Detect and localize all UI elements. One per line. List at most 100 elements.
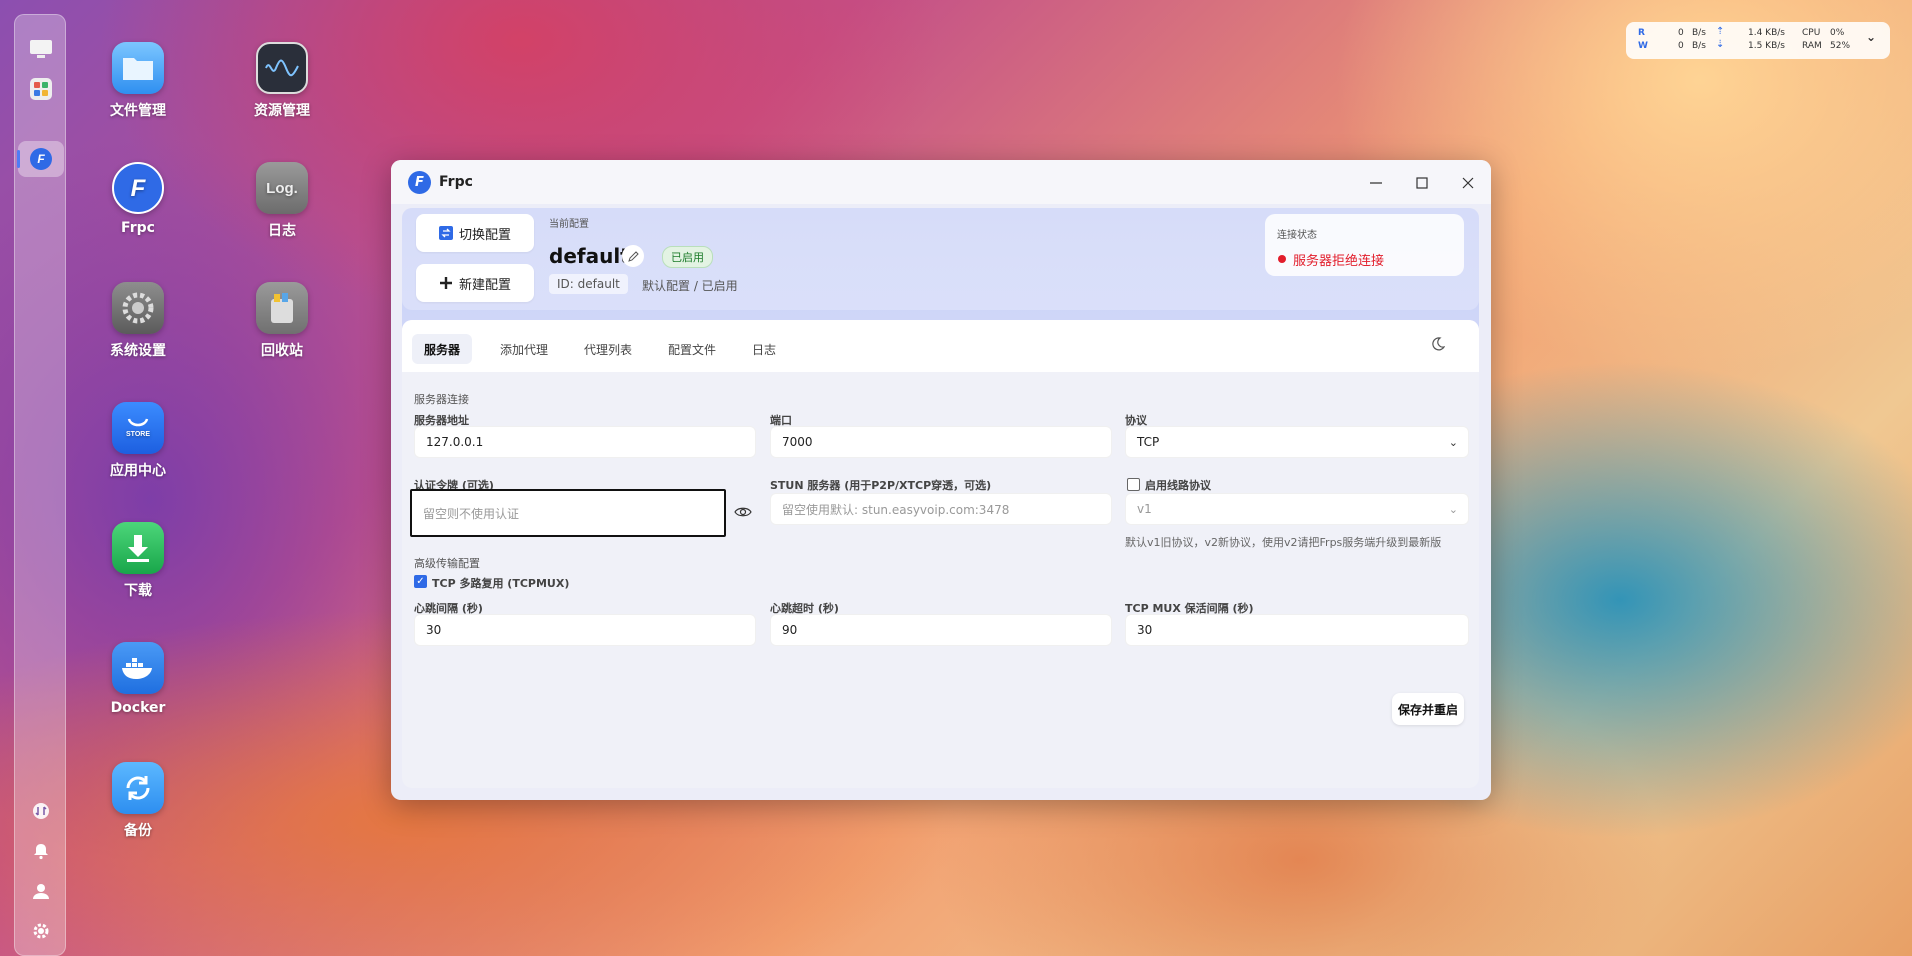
edit-config-name-icon[interactable] — [622, 245, 644, 267]
backup-icon — [112, 762, 164, 814]
monitor-icon[interactable] — [29, 37, 53, 61]
desktop-icon-label: 备份 — [124, 823, 152, 839]
read-unit: B/s — [1692, 28, 1706, 38]
config-name: default — [549, 244, 630, 268]
download-speed: 1.5 KB/s — [1748, 41, 1785, 51]
desktop-icon-label: Frpc — [121, 220, 155, 236]
config-header: 切换配置 新建配置 当前配置 default 已启用 ID: default 默… — [402, 208, 1479, 310]
tab-log[interactable]: 日志 — [740, 334, 788, 364]
wire-protocol-checkbox[interactable] — [1127, 478, 1140, 491]
settings-icon[interactable] — [29, 919, 53, 943]
current-config-label: 当前配置 — [549, 219, 589, 230]
chevron-down-icon: ⌄ — [1448, 503, 1458, 516]
expand-chevron-icon[interactable]: ⌄ — [1866, 30, 1876, 44]
desktop-icon-label: 系统设置 — [110, 343, 166, 359]
desktop-icon-backup[interactable]: 备份 — [83, 762, 193, 840]
minimize-icon[interactable] — [1365, 172, 1387, 194]
ram-label: RAM — [1802, 41, 1822, 51]
store-icon-text: STORE — [126, 431, 150, 438]
stun-input[interactable]: 留空使用默认: stun.easyvoip.com:3478 — [770, 493, 1112, 525]
theme-toggle-icon[interactable] — [1428, 334, 1448, 354]
tcpmux-label: TCP 多路复用 (TCPMUX) — [432, 577, 570, 590]
desktop-icon-resource-manager[interactable]: 资源管理 — [227, 42, 337, 120]
tcpmux-keepalive-input[interactable]: 30 — [1125, 614, 1469, 646]
window-title: Frpc — [439, 174, 473, 190]
wire-protocol-hint: 默认v1旧协议，v2新协议，使用v2请把Frps服务端升级到最新版 — [1125, 536, 1442, 549]
trash-icon — [256, 282, 308, 334]
desktop-icon-frpc[interactable]: F Frpc — [83, 162, 193, 236]
settings-panel: 服务器 添加代理 代理列表 配置文件 日志 服务器连接 服务器地址 127.0.… — [402, 320, 1479, 788]
wire-protocol-label: 启用线路协议 — [1145, 479, 1211, 492]
desktop-icon-label: Docker — [110, 700, 166, 716]
error-dot-icon — [1278, 255, 1286, 263]
desktop-icon-log[interactable]: Log. 日志 — [227, 162, 337, 240]
connection-status-label: 连接状态 — [1277, 230, 1317, 241]
connection-status-card: 连接状态 服务器拒绝连接 — [1265, 214, 1464, 276]
apps-grid-icon[interactable] — [29, 77, 53, 101]
wire-protocol-select[interactable]: v1 ⌄ — [1125, 493, 1469, 525]
window-titlebar[interactable]: F Frpc — [391, 160, 1491, 204]
user-icon[interactable] — [29, 879, 53, 903]
write-unit: B/s — [1692, 41, 1706, 51]
plus-icon — [439, 277, 452, 289]
desktop-icon-download[interactable]: 下载 — [83, 522, 193, 600]
desktop-icon-file-manager[interactable]: 文件管理 — [83, 42, 193, 120]
close-icon[interactable] — [1457, 172, 1479, 194]
server-address-input[interactable]: 127.0.0.1 — [414, 426, 756, 458]
desktop-icon-label: 回收站 — [261, 343, 303, 359]
config-meta: 默认配置 / 已启用 — [642, 279, 738, 293]
upload-arrow-icon: ⇡ — [1716, 26, 1725, 37]
bell-icon[interactable] — [29, 839, 53, 863]
download-icon — [112, 522, 164, 574]
tab-server[interactable]: 服务器 — [412, 334, 473, 364]
wire-protocol-value: v1 — [1137, 502, 1152, 516]
desktop-icon-trash[interactable]: 回收站 — [227, 282, 337, 360]
activity-monitor-icon — [256, 42, 308, 94]
desktop-icon-label: 应用中心 — [110, 463, 166, 479]
protocol-value: TCP — [1137, 435, 1160, 449]
stun-label: STUN 服务器 (用于P2P/XTCP穿透，可选) — [770, 479, 992, 492]
tcpmux-checkbox[interactable]: ✓ — [414, 575, 427, 588]
token-input[interactable]: 留空则不使用认证 — [410, 489, 726, 537]
protocol-select[interactable]: TCP ⌄ — [1125, 426, 1469, 458]
eye-icon[interactable] — [734, 503, 752, 521]
transfer-icon[interactable] — [29, 799, 53, 823]
frpc-window: F Frpc 切换配置 新建配置 当前配置 default 已启用 ID: de… — [391, 160, 1491, 800]
tab-add-proxy[interactable]: 添加代理 — [488, 334, 560, 364]
desktop-icon-docker[interactable]: Docker — [83, 642, 193, 716]
dock: F — [14, 14, 66, 956]
desktop-icon-app-center[interactable]: STORE 应用中心 — [83, 402, 193, 480]
tab-proxy-list[interactable]: 代理列表 — [572, 334, 644, 364]
chevron-down-icon: ⌄ — [1448, 436, 1458, 449]
new-config-label: 新建配置 — [458, 277, 511, 293]
tab-config-file[interactable]: 配置文件 — [656, 334, 728, 364]
new-config-button[interactable]: 新建配置 — [416, 264, 534, 302]
gear-icon — [112, 282, 164, 334]
upload-speed: 1.4 KB/s — [1748, 28, 1785, 38]
switch-config-button[interactable]: 切换配置 — [416, 214, 534, 252]
tab-bar: 服务器 添加代理 代理列表 配置文件 日志 — [402, 320, 1479, 372]
read-value: 0 — [1678, 28, 1684, 38]
download-arrow-icon: ⇣ — [1716, 39, 1725, 50]
network-stats-widget: R W 0 0 B/s B/s ⇡ ⇣ 1.4 KB/s 1.5 KB/s CP… — [1626, 22, 1890, 59]
frpc-logo-icon: F — [112, 162, 164, 214]
frpc-logo-icon: F — [408, 171, 431, 194]
desktop-icon-label: 下载 — [124, 583, 152, 599]
save-and-restart-button[interactable]: 保存并重启 — [1392, 693, 1464, 725]
heartbeat-timeout-input[interactable]: 90 — [770, 614, 1112, 646]
heartbeat-interval-input[interactable]: 30 — [414, 614, 756, 646]
desktop-icon-label: 文件管理 — [110, 103, 166, 119]
section-advanced-transport: 高级传输配置 — [414, 557, 480, 570]
folder-icon — [112, 42, 164, 94]
frpc-dock-icon[interactable]: F — [29, 147, 53, 171]
desktop-icon-label: 日志 — [268, 223, 296, 239]
maximize-icon[interactable] — [1411, 172, 1433, 194]
log-icon-text: Log. — [266, 179, 298, 197]
docker-icon — [112, 642, 164, 694]
desktop-icon-system-settings[interactable]: 系统设置 — [83, 282, 193, 360]
store-icon: STORE — [112, 402, 164, 454]
cpu-value: 0% — [1830, 28, 1845, 38]
port-input[interactable]: 7000 — [770, 426, 1112, 458]
connection-status-value: 服务器拒绝连接 — [1293, 254, 1385, 269]
switch-icon — [438, 226, 453, 240]
